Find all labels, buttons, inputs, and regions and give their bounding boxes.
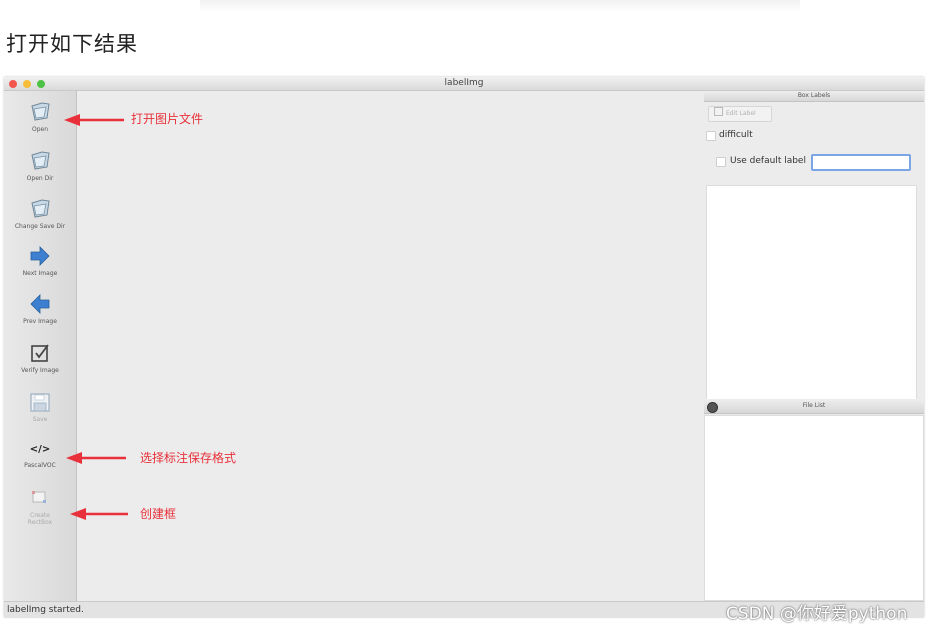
annotation-arrow-format	[66, 452, 126, 464]
default-label-input[interactable]	[811, 154, 911, 171]
open-label: Open	[31, 126, 49, 133]
dock-float-icon[interactable]	[707, 402, 718, 413]
save-icon	[30, 393, 50, 412]
right-panel: Box Labels Edit Label difficult Use defa…	[704, 91, 924, 601]
verify-image-label: Verify Image	[21, 367, 59, 374]
prev-image-button[interactable]: Prev Image	[4, 293, 76, 325]
save-button[interactable]: Save	[4, 391, 76, 423]
annotation-format: 选择标注保存格式	[140, 451, 237, 465]
file-list[interactable]	[704, 415, 924, 601]
next-image-label: Next Image	[22, 270, 58, 277]
edit-label-text: Edit Label	[726, 110, 756, 117]
annotation-arrow-create	[70, 508, 128, 520]
verify-image-button[interactable]: Verify Image	[4, 342, 76, 374]
title-bar: labelImg	[4, 77, 924, 91]
difficult-label: difficult	[719, 130, 753, 140]
checkbox-icon	[31, 344, 49, 362]
rectbox-icon	[32, 491, 46, 503]
arrow-left-icon	[30, 294, 50, 314]
open-dir-button[interactable]: Open Dir	[4, 148, 76, 182]
difficult-checkbox[interactable]	[706, 131, 716, 141]
status-text: labelImg started.	[7, 605, 84, 615]
change-save-dir-button[interactable]: Change Save Dir	[4, 196, 76, 230]
label-list[interactable]	[706, 185, 917, 400]
create-rectbox-label: Create RectBox	[27, 512, 53, 526]
annotation-create: 创建框	[140, 507, 177, 521]
arrow-right-icon	[30, 246, 50, 266]
use-default-label-text: Use default label	[730, 156, 806, 166]
labelimg-window: labelImg Open Open Dir Change Save Dir N…	[4, 77, 924, 618]
folder-icon	[31, 102, 50, 121]
watermark: CSDN @你好爱python	[726, 604, 908, 624]
top-blur	[200, 0, 800, 12]
use-default-label-checkbox[interactable]	[716, 157, 726, 167]
box-labels-title: Box Labels	[704, 91, 924, 102]
image-canvas[interactable]	[77, 91, 702, 601]
edit-label-button[interactable]: Edit Label	[708, 106, 772, 122]
save-label: Save	[32, 416, 48, 423]
folder-icon	[31, 151, 50, 170]
file-list-title: File List	[704, 399, 924, 414]
prev-image-label: Prev Image	[23, 318, 57, 325]
page-heading: 打开如下结果	[6, 32, 138, 56]
create-rectbox-button[interactable]: Create RectBox	[4, 489, 76, 526]
edit-icon	[714, 107, 723, 116]
annotation-open: 打开图片文件	[131, 112, 204, 126]
next-image-button[interactable]: Next Image	[4, 245, 76, 277]
window-title: labelImg	[444, 78, 484, 88]
folder-icon	[31, 199, 50, 218]
change-save-dir-label: Change Save Dir	[14, 223, 66, 230]
left-toolbar: Open Open Dir Change Save Dir Next Image	[4, 91, 77, 607]
annotation-arrow-open	[64, 114, 124, 126]
open-dir-label: Open Dir	[26, 175, 54, 182]
